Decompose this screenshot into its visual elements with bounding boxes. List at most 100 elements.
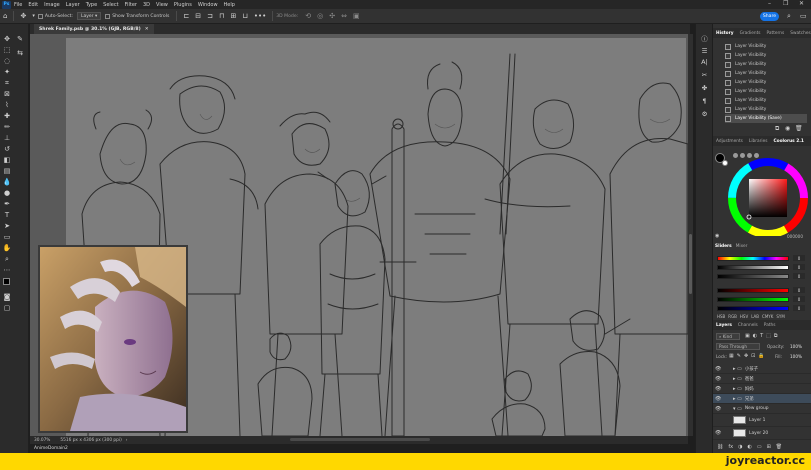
link-layers-icon[interactable]: ⛓ <box>717 444 723 450</box>
hand-tool-icon[interactable]: ✋ <box>2 243 12 253</box>
blue-slider[interactable] <box>717 306 789 311</box>
properties-icon[interactable]: ☰ <box>699 46 710 56</box>
history-item[interactable]: Layer Visibility <box>725 105 807 114</box>
type-filter-icon[interactable]: T <box>760 333 763 339</box>
zoom-level[interactable]: 30.07% <box>34 438 50 443</box>
green-slider[interactable] <box>717 297 789 302</box>
taskbar-title[interactable]: AnimeDomain2 <box>34 446 68 451</box>
lock-transparent-icon[interactable]: ▦ <box>729 353 734 359</box>
shape-tool-icon[interactable]: ▭ <box>2 232 12 242</box>
saturation-slider[interactable] <box>717 265 789 270</box>
pixel-filter-icon[interactable]: ▣ <box>745 333 750 339</box>
path-selection-icon[interactable]: ➤ <box>2 221 12 231</box>
home-icon[interactable]: ⌂ <box>3 12 7 20</box>
tab-patterns[interactable]: Patterns <box>767 31 785 36</box>
layer-row[interactable]: Layer 1 <box>713 414 811 427</box>
eraser-tool-icon[interactable]: ◧ <box>2 155 12 165</box>
layer-row-selected[interactable]: 👁 ▸ ▭ 兄弟 <box>713 394 811 404</box>
mode-sym[interactable]: SYM <box>776 314 784 319</box>
eyedropper-icon[interactable]: ⌇ <box>2 100 12 110</box>
red-value[interactable]: 0 <box>793 287 805 293</box>
healing-brush-icon[interactable]: ✚ <box>2 111 12 121</box>
history-item[interactable]: Layer Visibility <box>725 87 807 96</box>
3d-pan-icon[interactable]: ✣ <box>329 12 335 20</box>
menu-help[interactable]: Help <box>224 2 235 8</box>
menu-image[interactable]: Image <box>44 2 60 8</box>
hue-slider[interactable] <box>717 256 789 261</box>
vertical-scrollbar[interactable] <box>688 34 693 436</box>
history-item-active[interactable]: Layer Visibility (Save) <box>725 114 807 123</box>
maximize-icon[interactable]: ❐ <box>783 0 788 7</box>
align-center-icon[interactable]: ⊟ <box>195 12 201 20</box>
frame-tool-icon[interactable]: ⊠ <box>2 89 12 99</box>
3d-roll-icon[interactable]: ◎ <box>317 12 323 20</box>
align-top-icon[interactable]: ⊓ <box>219 12 224 20</box>
screen-mode-icon[interactable]: ▢ <box>2 303 12 313</box>
menu-3d[interactable]: 3D <box>143 2 150 8</box>
layer-row[interactable]: 👁 ▾ ▭ New group <box>713 404 811 414</box>
navigator-icon[interactable]: ⚙ <box>699 109 710 119</box>
adjustment-filter-icon[interactable]: ◐ <box>753 333 757 339</box>
crop-tool-icon[interactable]: ⌗ <box>2 78 12 88</box>
layer-row[interactable]: 👁 ▸ ▭ 小孩子 <box>713 364 811 374</box>
horizontal-scrollbar[interactable] <box>290 438 430 441</box>
move-tool-icon[interactable]: ✥ <box>2 34 12 44</box>
mode-hsv[interactable]: HSV <box>740 314 748 319</box>
lock-position-icon[interactable]: ✥ <box>744 353 748 359</box>
red-slider[interactable] <box>717 288 789 293</box>
visibility-eye-icon[interactable]: 👁 <box>715 396 723 402</box>
tab-history[interactable]: History <box>716 31 734 36</box>
3d-scale-icon[interactable]: ▣ <box>353 12 360 20</box>
scrollbar-thumb[interactable] <box>689 234 692 294</box>
brightness-slider[interactable] <box>717 274 789 279</box>
color-wheel[interactable] <box>725 150 811 236</box>
brush-preset-icon[interactable]: ✎ <box>15 34 25 44</box>
visibility-eye-icon[interactable]: 👁 <box>715 386 723 392</box>
green-value[interactable]: 0 <box>793 296 805 302</box>
trash-icon[interactable]: 🗑 <box>795 125 803 132</box>
menu-type[interactable]: Type <box>86 2 97 8</box>
gradient-tool-icon[interactable]: ▤ <box>2 166 12 176</box>
paragraph-icon[interactable]: ¶ <box>699 96 710 106</box>
menu-select[interactable]: Select <box>103 2 118 8</box>
brightness-value[interactable]: 0 <box>793 273 805 279</box>
tab-channels[interactable]: Channels <box>738 323 758 328</box>
mode-cmyk[interactable]: CMYK <box>762 314 773 319</box>
camera-icon[interactable]: ◉ <box>785 125 790 132</box>
menu-filter[interactable]: Filter <box>125 2 137 8</box>
align-left-icon[interactable]: ⊏ <box>183 12 189 20</box>
layer-filter-dropdown[interactable]: ⌕ Kind <box>716 333 740 340</box>
shape-filter-icon[interactable]: ⬚ <box>766 333 771 339</box>
new-layer-icon[interactable]: ⊞ <box>767 444 771 450</box>
history-item[interactable]: Layer Visibility <box>725 78 807 87</box>
clone-stamp-icon[interactable]: ⊥ <box>2 133 12 143</box>
search-icon[interactable]: ⌕ <box>787 12 791 21</box>
menu-layer[interactable]: Layer <box>66 2 80 8</box>
snapshot-icon[interactable]: ⧉ <box>775 125 779 133</box>
3d-orbit-icon[interactable]: ⟲ <box>305 12 311 20</box>
document-tab[interactable]: Shrek Family.psb @ 30.1% (GJB, RGB/8) ✕ <box>34 24 154 34</box>
reference-image[interactable] <box>38 245 188 433</box>
tab-layers[interactable]: Layers <box>716 323 732 328</box>
info-icon[interactable]: ⓘ <box>699 33 710 43</box>
blue-value[interactable]: 0 <box>793 305 805 311</box>
menu-file[interactable]: File <box>14 2 22 8</box>
quick-mask-icon[interactable]: ◙ <box>2 292 12 302</box>
adjustment-layer-icon[interactable]: ◐ <box>747 444 751 450</box>
type-tool-icon[interactable]: T <box>2 210 12 220</box>
arrange-icon[interactable]: ⇆ <box>15 48 25 58</box>
layer-row[interactable]: 👁 ▸ ▭ 妈妈 <box>713 384 811 394</box>
align-middle-icon[interactable]: ⊞ <box>231 12 237 20</box>
history-item[interactable]: Layer Visibility <box>725 51 807 60</box>
brush-tool-icon[interactable]: ✏ <box>2 122 12 132</box>
tab-libraries[interactable]: Libraries <box>749 139 768 144</box>
foreground-color-swatch[interactable] <box>3 278 10 285</box>
tab-paths[interactable]: Paths <box>764 323 776 328</box>
preset-swatch[interactable] <box>747 153 752 158</box>
menu-view[interactable]: View <box>156 2 168 8</box>
blend-mode-dropdown[interactable]: Pass Through <box>716 343 760 350</box>
more-options-icon[interactable]: ••• <box>254 12 266 20</box>
hex-value[interactable]: 000000 <box>787 234 803 239</box>
auto-select-checkbox[interactable] <box>37 13 43 19</box>
saturation-value[interactable]: 0 <box>793 264 805 270</box>
